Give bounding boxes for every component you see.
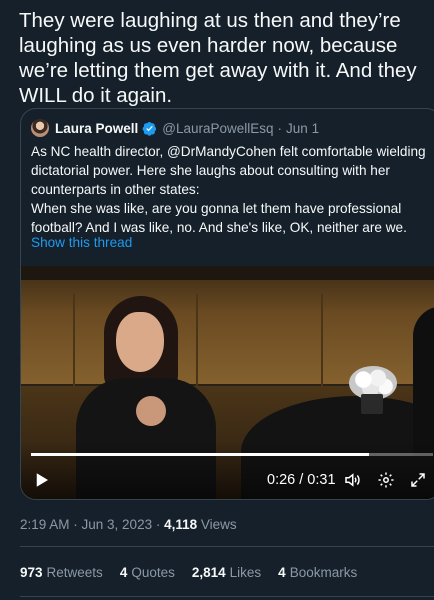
video-vase (361, 394, 383, 414)
retweets-stat[interactable]: 973 Retweets (20, 565, 103, 580)
volume-icon[interactable] (343, 471, 361, 489)
verified-badge-icon (142, 121, 157, 136)
quote-header: Laura Powell @LauraPowellEsq · Jun 1 (31, 119, 319, 137)
show-thread-link[interactable]: Show this thread (31, 235, 132, 250)
quote-body-line1: As NC health director, @DrMandyCohen fel… (31, 144, 426, 197)
tweet-meta: 2:19 AM · Jun 3, 2023 · 4,118 Views (20, 517, 237, 532)
quotes-stat[interactable]: 4 Quotes (120, 565, 175, 580)
quote-body: As NC health director, @DrMandyCohen fel… (31, 142, 431, 237)
video-player[interactable]: 0:26 / 0:31 (21, 266, 434, 499)
engagement-stats: 973 Retweets 4 Quotes 2,814 Likes 4 Bookmark… (20, 565, 374, 580)
video-progress-bar[interactable] (31, 453, 433, 456)
video-second-person (413, 306, 434, 456)
bookmarks-stat[interactable]: 4 Bookmarks (278, 565, 357, 580)
video-time: 0:26 / 0:31 (267, 472, 336, 488)
avatar[interactable] (31, 119, 49, 137)
video-controls-shade (21, 441, 434, 499)
fullscreen-icon[interactable] (409, 471, 427, 489)
video-progress-fill (31, 453, 369, 456)
divider (20, 596, 434, 597)
quote-tweet-card[interactable]: Laura Powell @LauraPowellEsq · Jun 1 As … (20, 108, 434, 500)
settings-icon[interactable] (377, 471, 395, 489)
quote-author-name[interactable]: Laura Powell (55, 121, 138, 136)
divider (20, 546, 434, 547)
likes-stat[interactable]: 2,814 Likes (192, 565, 261, 580)
quote-body-line2: When she was like, are you gonna let the… (31, 201, 407, 235)
views-label: Views (197, 517, 237, 532)
quote-author-handle[interactable]: @LauraPowellEsq (162, 121, 273, 136)
tweet-text: They were laughing at us then and they’r… (19, 9, 417, 107)
quote-date[interactable]: Jun 1 (286, 121, 319, 136)
play-icon[interactable] (33, 471, 51, 489)
video-frame-top (21, 266, 434, 280)
views-count: 4,118 (164, 517, 198, 532)
header-separator: · (277, 120, 283, 136)
tweet-timestamp[interactable]: 2:19 AM · Jun 3, 2023 · (20, 517, 164, 532)
